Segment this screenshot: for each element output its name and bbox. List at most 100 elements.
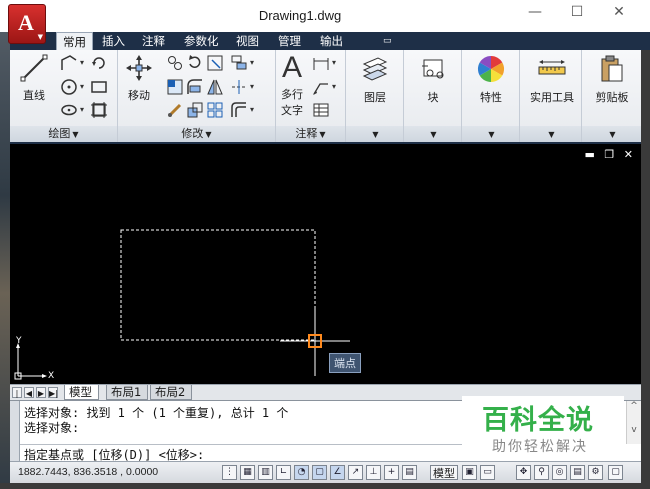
- rotate-arrow-icon[interactable]: [90, 54, 108, 72]
- tab-layout1[interactable]: 布局1: [106, 385, 149, 400]
- grid-array-icon[interactable]: [206, 101, 224, 119]
- chevron-down-icon[interactable]: ▾: [80, 82, 84, 91]
- copy-icon[interactable]: [166, 54, 184, 72]
- move-button[interactable]: 移动: [122, 54, 156, 103]
- prev-layout-icon[interactable]: ◀: [24, 387, 34, 398]
- quick-properties-icon[interactable]: ▤: [402, 465, 417, 480]
- steering-wheel-icon[interactable]: ◎: [552, 465, 567, 480]
- tab-layout2[interactable]: 布局2: [150, 385, 193, 400]
- snap-mode-icon[interactable]: ▦: [240, 465, 255, 480]
- coordinate-readout[interactable]: 1882.7443, 836.3518 , 0.0000: [18, 466, 158, 478]
- tab-parametric[interactable]: 参数化: [178, 32, 225, 50]
- tab-home[interactable]: 常用: [56, 32, 93, 51]
- model-space-button[interactable]: 模型: [430, 465, 458, 480]
- quick-view-layouts-icon[interactable]: ▣: [462, 465, 477, 480]
- panel-clipboard-expand[interactable]: ▼: [582, 126, 641, 142]
- lineweight-icon[interactable]: +: [384, 465, 399, 480]
- erase-brush-icon[interactable]: [166, 101, 184, 119]
- array-icon[interactable]: [230, 54, 248, 72]
- ribbon-tab-bar: 常用 插入 注释 参数化 视图 管理 输出 ▭: [10, 32, 650, 51]
- rectangle-icon[interactable]: [90, 78, 108, 96]
- panel-properties-expand[interactable]: ▼: [462, 126, 519, 142]
- polar-tracking-icon[interactable]: ◔: [294, 465, 309, 480]
- tab-manage[interactable]: 管理: [272, 32, 307, 50]
- panel-block-expand[interactable]: ▼: [404, 126, 461, 142]
- chevron-down-icon[interactable]: ▾: [250, 58, 254, 67]
- layers-button[interactable]: 图层: [350, 54, 400, 105]
- multiline-text-button[interactable]: A 多行 文字: [278, 52, 306, 118]
- stretch-icon[interactable]: [166, 78, 184, 96]
- selected-rectangle[interactable]: [120, 229, 316, 341]
- ortho-mode-icon[interactable]: ∟: [276, 465, 291, 480]
- mirror-icon[interactable]: [206, 78, 224, 96]
- panel-utilities-expand[interactable]: ▼: [520, 126, 581, 142]
- application-menu-button[interactable]: A ▼: [8, 4, 46, 44]
- panel-modify-title[interactable]: 修改 ▼: [118, 126, 275, 142]
- minimize-button[interactable]: —: [520, 4, 550, 26]
- tab-model[interactable]: 模型: [64, 385, 99, 400]
- chevron-down-icon[interactable]: ▾: [80, 58, 84, 67]
- quick-view-drawings-icon[interactable]: ▭: [480, 465, 495, 480]
- drawing-canvas[interactable]: ▬ ❐ ✕ Y X 端点: [10, 144, 641, 384]
- color-wheel-icon: [477, 55, 505, 83]
- maximize-button[interactable]: ☐: [562, 4, 592, 26]
- hatch-icon[interactable]: [90, 101, 108, 119]
- circle-icon[interactable]: [60, 78, 78, 96]
- block-button[interactable]: 块: [408, 54, 458, 105]
- first-layout-icon[interactable]: |◀: [12, 387, 22, 409]
- panel-draw-title[interactable]: 绘图 ▼: [10, 126, 117, 142]
- ucs-x-label: X: [48, 371, 55, 381]
- tab-output[interactable]: 输出: [314, 32, 349, 50]
- dynamic-ucs-icon[interactable]: ↗: [348, 465, 363, 480]
- leader-icon[interactable]: [312, 78, 330, 96]
- dynamic-input-icon[interactable]: ⊥: [366, 465, 381, 480]
- title-bar: Drawing1.dwg — ☐ ✕: [0, 0, 650, 32]
- scale-icon[interactable]: [186, 101, 204, 119]
- chevron-down-icon[interactable]: ▾: [332, 82, 336, 91]
- drawing-svg: [14, 229, 350, 380]
- panel-annotation-title[interactable]: 注释 ▼: [276, 126, 345, 142]
- clipboard-button[interactable]: 剪贴板: [584, 54, 640, 105]
- explode-icon[interactable]: [230, 78, 248, 96]
- next-layout-icon[interactable]: ▶: [36, 387, 46, 398]
- close-button[interactable]: ✕: [604, 4, 634, 26]
- mtext-label-2: 文字: [281, 104, 303, 117]
- line-button[interactable]: 直线: [16, 54, 52, 103]
- showmotion-icon[interactable]: ▤: [570, 465, 585, 480]
- polyline-icon[interactable]: [60, 54, 78, 72]
- ellipse-icon[interactable]: [60, 101, 78, 119]
- zoom-icon[interactable]: ⚲: [534, 465, 549, 480]
- fillet-icon[interactable]: [186, 78, 204, 96]
- chevron-down-icon[interactable]: ▾: [80, 105, 84, 114]
- offset-icon[interactable]: [230, 101, 248, 119]
- infer-constraints-icon[interactable]: ⋮: [222, 465, 237, 480]
- rotate-icon[interactable]: [186, 54, 204, 72]
- command-window-grip[interactable]: [10, 401, 20, 462]
- chevron-down-icon[interactable]: ▾: [250, 82, 254, 91]
- utilities-button[interactable]: 实用工具: [524, 54, 580, 105]
- pan-icon[interactable]: ✥: [516, 465, 531, 480]
- scroll-up-icon[interactable]: ^: [627, 401, 641, 411]
- chevron-down-icon[interactable]: ▾: [332, 58, 336, 67]
- ribbon: 直线 ▾ ▾ ▾ 绘图 ▼ 移动 ▾ ▾ ▾ 修改 ▼ A 多行 文字 ▾ ▾ …: [10, 50, 641, 142]
- object-snap-tracking-icon[interactable]: ∠: [330, 465, 345, 480]
- workspace-switch-icon[interactable]: ⚙: [588, 465, 603, 480]
- properties-button[interactable]: 特性: [466, 54, 516, 105]
- tab-view[interactable]: 视图: [230, 32, 265, 50]
- object-snap-icon[interactable]: ▢: [312, 465, 327, 480]
- snap-tooltip: 端点: [329, 353, 361, 373]
- ribbon-minimize-icon[interactable]: ▭: [383, 36, 395, 46]
- tab-insert[interactable]: 插入: [96, 32, 131, 50]
- command-scrollbar[interactable]: ^ v: [626, 401, 641, 444]
- last-layout-icon[interactable]: ▶|: [48, 387, 58, 398]
- toolbar-lock-icon[interactable]: ▢: [608, 465, 623, 480]
- command-input[interactable]: 指定基点或 [位移(D)] <位移>:: [20, 444, 475, 462]
- trim-icon[interactable]: [206, 54, 224, 72]
- chevron-down-icon[interactable]: ▾: [250, 105, 254, 114]
- grid-display-icon[interactable]: ▥: [258, 465, 273, 480]
- scroll-down-icon[interactable]: v: [627, 425, 641, 435]
- linear-dimension-icon[interactable]: [312, 54, 330, 72]
- panel-layers-expand[interactable]: ▼: [346, 126, 403, 142]
- table-icon[interactable]: [312, 101, 330, 119]
- tab-annotate[interactable]: 注释: [136, 32, 171, 50]
